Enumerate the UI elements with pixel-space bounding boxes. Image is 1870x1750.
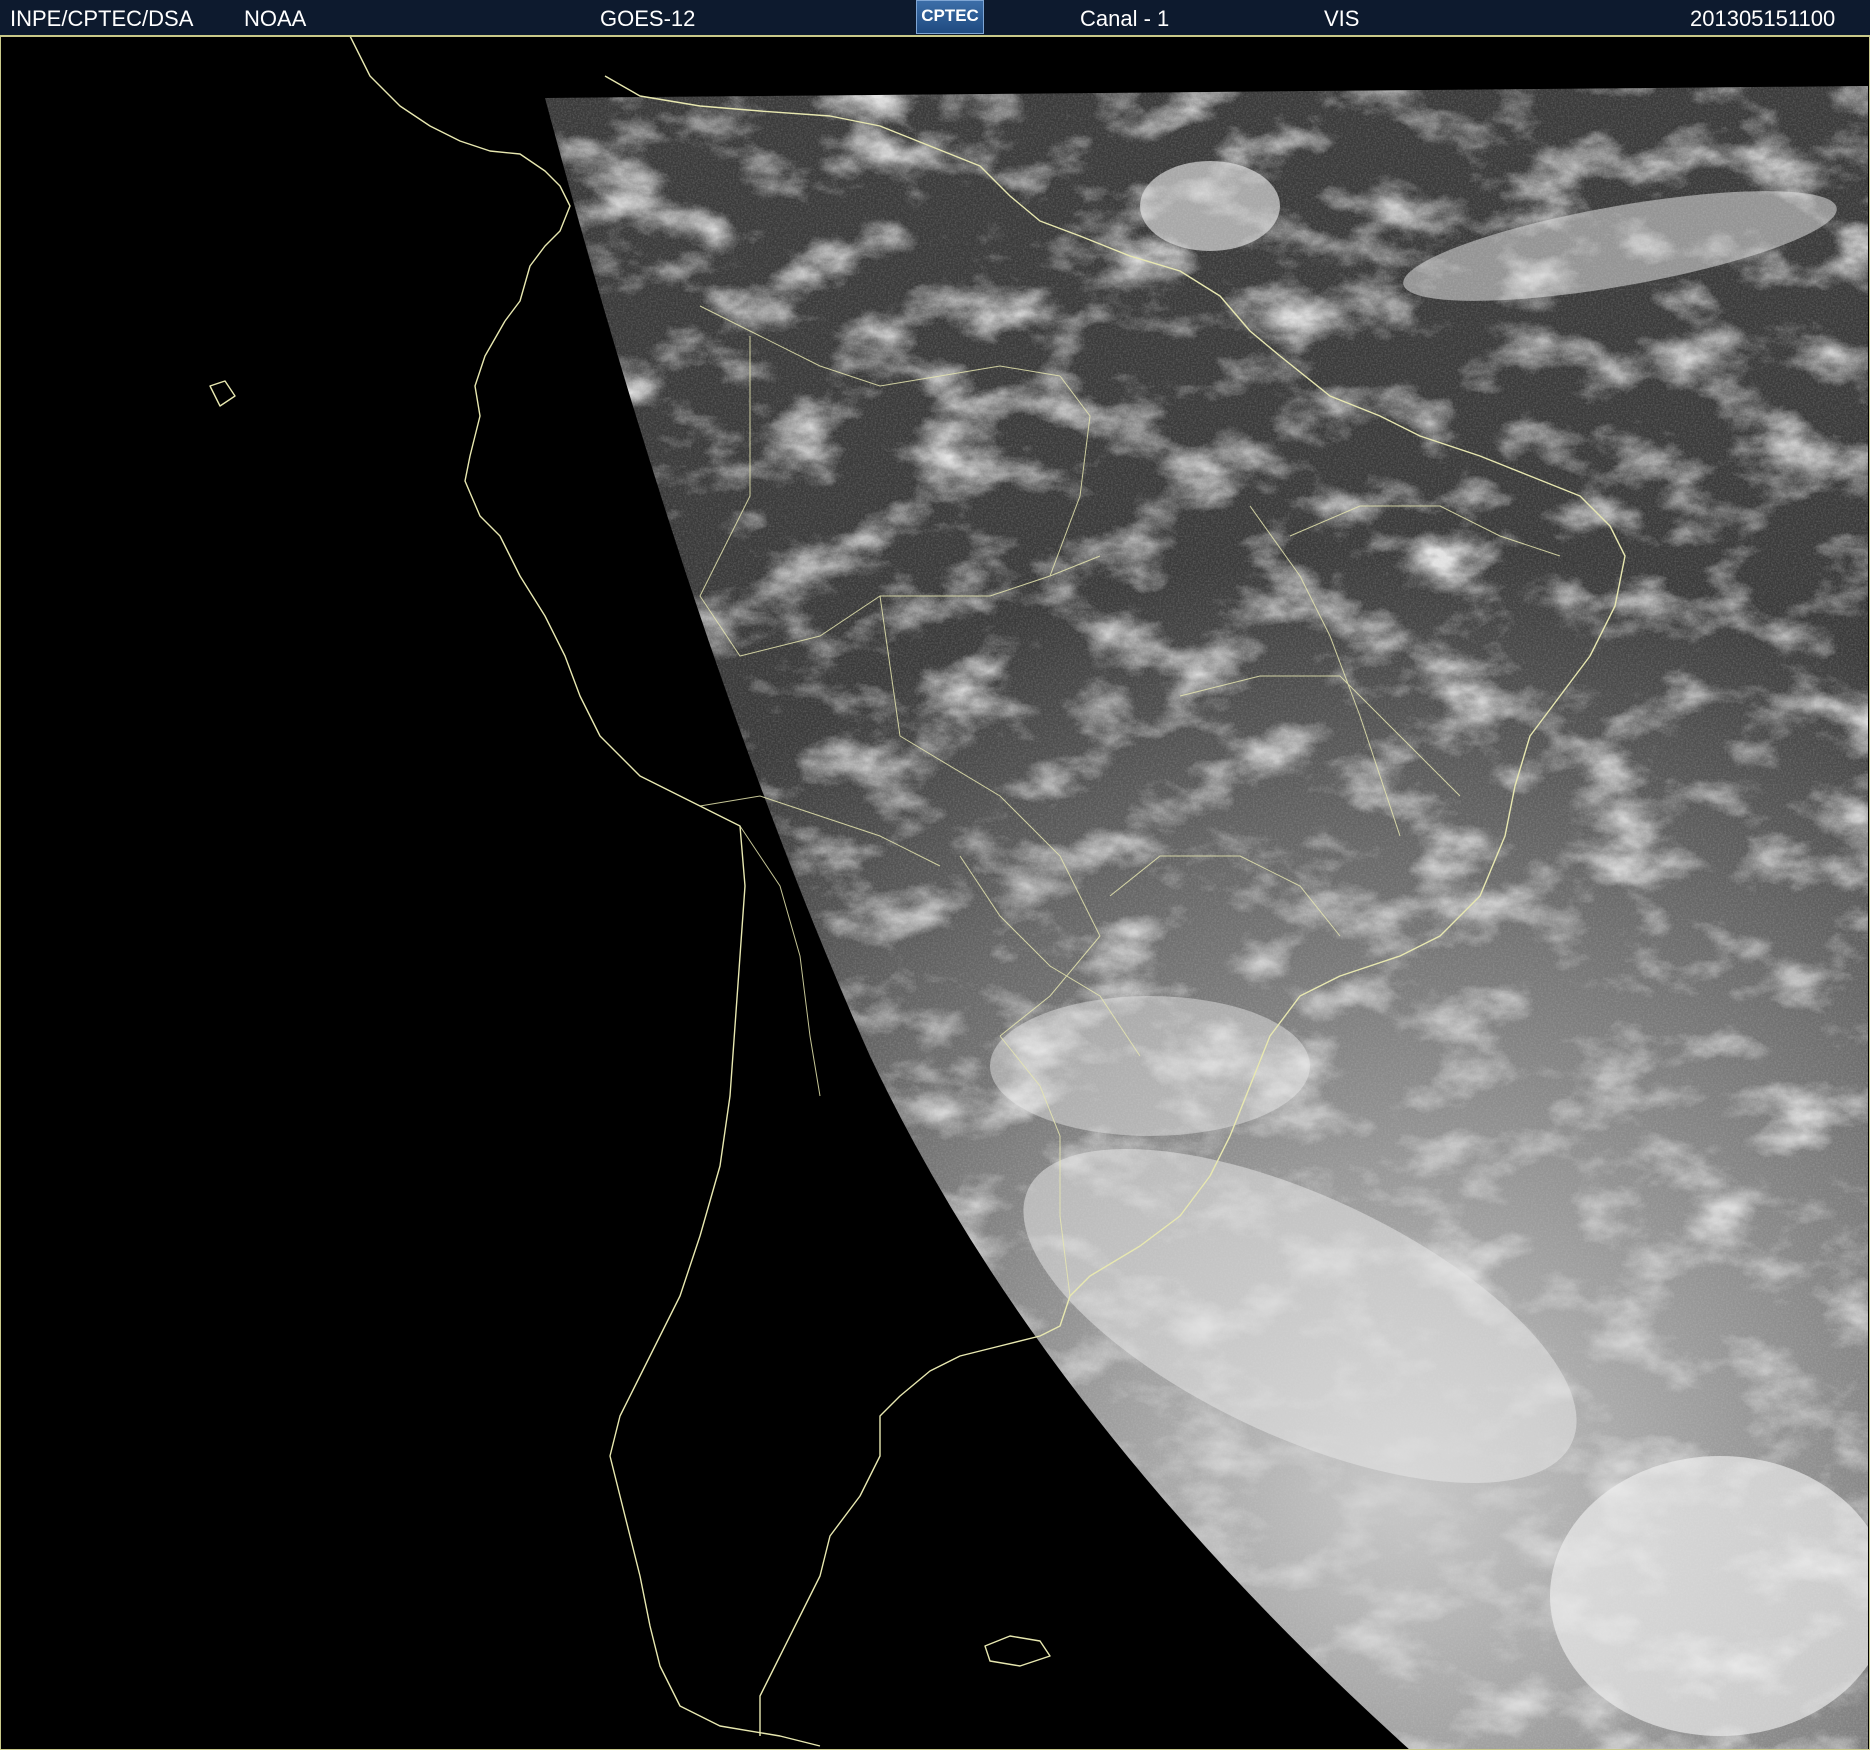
agency-label: NOAA xyxy=(244,6,307,31)
cloud-cluster-south-brazil xyxy=(990,996,1310,1136)
timestamp-label: 201305151100 xyxy=(1690,6,1836,31)
band-label: VIS xyxy=(1324,6,1360,31)
satellite-label: GOES-12 xyxy=(600,6,696,31)
org-label: INPE/CPTEC/DSA xyxy=(10,6,194,31)
satellite-map xyxy=(0,36,1870,1750)
cloud-cluster-north xyxy=(1140,161,1280,251)
cptec-logo: CPTEC xyxy=(916,0,984,34)
channel-label: Canal - 1 xyxy=(1080,6,1170,31)
image-header: INPE/CPTEC/DSA NOAA GOES-12 CPTEC Canal … xyxy=(0,0,1870,36)
